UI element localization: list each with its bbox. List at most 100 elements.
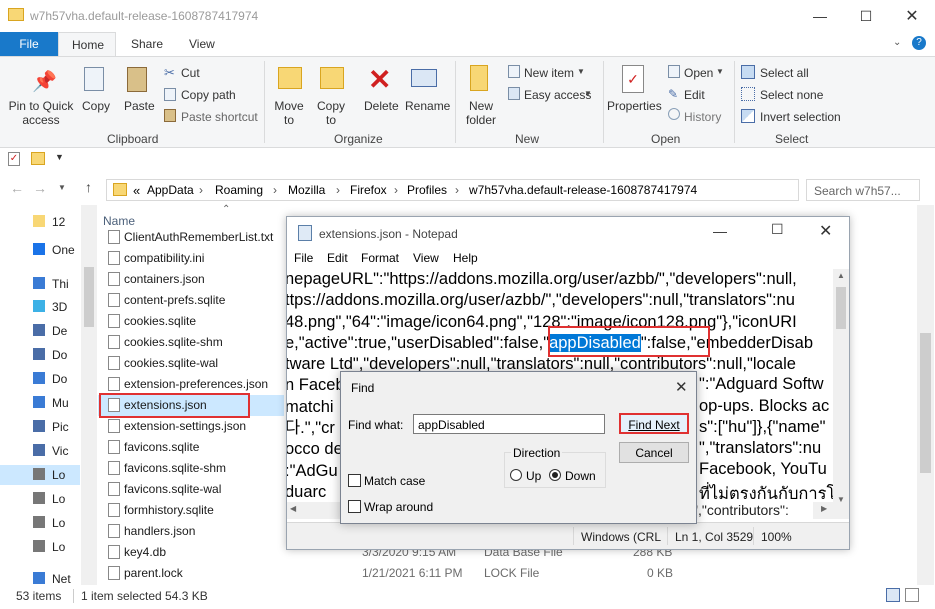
nav-item[interactable]: Do (0, 345, 80, 365)
delete-button[interactable]: Delete (364, 99, 399, 113)
breadcrumb-mozilla[interactable]: Mozilla (288, 183, 325, 197)
back-arrow-icon[interactable]: ← (10, 180, 24, 196)
nav-item[interactable]: De (0, 321, 80, 341)
nav-item[interactable]: Mu (0, 393, 80, 413)
move-to-button[interactable]: Move to (274, 99, 304, 127)
file-row[interactable]: content-prefs.sqlite (98, 290, 284, 311)
find-next-button[interactable]: Find Next (619, 413, 689, 434)
nav-item[interactable]: Lo (0, 513, 80, 533)
breadcrumb-appdata[interactable]: AppData (147, 183, 194, 197)
select-all-button[interactable]: Select all (760, 66, 809, 80)
large-icons-view-icon[interactable] (905, 588, 919, 602)
help-icon[interactable]: ? (912, 36, 926, 50)
file-list-scroll-thumb[interactable] (920, 333, 931, 473)
chevron-down-icon[interactable]: ⌄ (893, 37, 901, 48)
recent-chevron-icon[interactable]: ▼ (58, 183, 66, 192)
menu-help[interactable]: Help (453, 251, 478, 265)
scroll-left-icon[interactable]: ◀ (290, 504, 296, 513)
nav-scroll-thumb[interactable] (84, 267, 94, 327)
menu-format[interactable]: Format (361, 251, 399, 265)
file-row[interactable]: favicons.sqlite-shm (98, 458, 284, 479)
new-folder-button[interactable]: New folder (462, 99, 500, 127)
new-folder-icon[interactable] (31, 152, 45, 165)
down-radio[interactable] (549, 469, 561, 481)
wrap-around-checkbox[interactable] (348, 500, 361, 513)
file-row[interactable]: extension-preferences.json (98, 374, 284, 395)
paste-button[interactable]: Paste (124, 99, 155, 113)
rename-button[interactable]: Rename (405, 99, 450, 113)
search-input[interactable]: Search w7h57... (806, 179, 920, 201)
invert-selection-button[interactable]: Invert selection (760, 110, 841, 124)
breadcrumb-profile-folder[interactable]: w7h57vha.default-release-1608787417974 (469, 183, 697, 197)
nav-item[interactable]: Vic (0, 441, 80, 461)
tab-home[interactable]: Home (58, 32, 116, 56)
copy-to-button[interactable]: Copy to (316, 99, 346, 127)
nav-item[interactable]: 3D (0, 297, 80, 317)
tab-view[interactable]: View (176, 32, 228, 56)
details-view-icon[interactable] (886, 588, 900, 602)
scroll-down-icon[interactable]: ▼ (837, 495, 845, 504)
copy-button[interactable]: Copy (82, 99, 110, 113)
easy-access-button[interactable]: Easy access (524, 88, 591, 102)
column-header-name[interactable]: Name (103, 214, 135, 228)
properties-icon[interactable]: ✓ (8, 152, 20, 166)
new-item-button[interactable]: New item (524, 66, 574, 80)
properties-button[interactable]: Properties (607, 99, 662, 113)
file-row[interactable]: cookies.sqlite-wal (98, 353, 284, 374)
nav-item[interactable]: Thi (0, 274, 80, 294)
tab-file[interactable]: File (0, 32, 58, 56)
tab-share[interactable]: Share (118, 32, 176, 56)
address-bar[interactable]: « AppData › Roaming › Mozilla › Firefox … (106, 179, 799, 201)
maximize-button[interactable]: ☐ (843, 0, 889, 32)
file-row[interactable]: extension-settings.json (98, 416, 284, 437)
file-row[interactable]: compatibility.ini (98, 248, 284, 269)
cut-button[interactable]: Cut (181, 66, 200, 80)
pin-to-quick-access-button[interactable]: Pin to Quick access (8, 99, 74, 127)
up-arrow-icon[interactable]: ↑ (85, 179, 92, 195)
paste-shortcut-button[interactable]: Paste shortcut (181, 110, 258, 124)
file-row[interactable]: favicons.sqlite-wal (98, 479, 284, 500)
menu-file[interactable]: File (294, 251, 313, 265)
nav-scrollbar[interactable] (81, 205, 97, 585)
nav-item[interactable]: Lo (0, 537, 80, 557)
copy-path-button[interactable]: Copy path (181, 88, 236, 102)
file-row[interactable]: key4.db (98, 542, 284, 563)
file-row[interactable]: containers.json (98, 269, 284, 290)
close-button[interactable]: ✕ (675, 378, 688, 396)
close-button[interactable]: ✕ (889, 0, 935, 32)
notepad-vertical-scrollbar[interactable]: ▲ ▼ (833, 269, 849, 519)
minimize-button[interactable]: — (797, 0, 843, 32)
forward-arrow-icon[interactable]: → (33, 180, 47, 196)
history-button[interactable]: History (684, 110, 721, 124)
nav-item[interactable]: Pic (0, 417, 80, 437)
breadcrumb-roaming[interactable]: Roaming (215, 183, 263, 197)
scroll-up-icon[interactable]: ▲ (837, 271, 845, 280)
file-row[interactable]: cookies.sqlite-shm (98, 332, 284, 353)
breadcrumb-profiles[interactable]: Profiles (407, 183, 447, 197)
open-button[interactable]: Open (684, 66, 713, 80)
cancel-button[interactable]: Cancel (619, 442, 689, 463)
file-row[interactable]: ClientAuthRememberList.txt (98, 227, 284, 248)
file-row[interactable]: favicons.sqlite (98, 437, 284, 458)
nav-item[interactable]: Lo (0, 489, 80, 509)
nav-item[interactable]: Lo (0, 465, 80, 485)
file-row[interactable]: cookies.sqlite (98, 311, 284, 332)
select-none-button[interactable]: Select none (760, 88, 823, 102)
nav-item[interactable]: 12 (0, 212, 80, 232)
file-row[interactable]: formhistory.sqlite (98, 500, 284, 521)
minimize-button[interactable]: — (713, 223, 727, 239)
scroll-right-icon[interactable]: ▶ (821, 504, 827, 513)
maximize-button[interactable]: ☐ (771, 221, 784, 238)
edit-button[interactable]: Edit (684, 88, 705, 102)
breadcrumb-firefox[interactable]: Firefox (350, 183, 387, 197)
file-row[interactable]: handlers.json (98, 521, 284, 542)
menu-view[interactable]: View (413, 251, 439, 265)
find-what-input[interactable]: appDisabled (413, 414, 605, 434)
file-row[interactable]: parent.lock (98, 563, 284, 584)
customize-qat-icon[interactable]: ▼ (55, 152, 64, 162)
breadcrumb-overflow[interactable]: « (133, 183, 140, 198)
up-radio[interactable] (510, 469, 522, 481)
close-button[interactable]: ✕ (819, 221, 832, 241)
scroll-thumb[interactable] (836, 287, 846, 329)
match-case-checkbox[interactable] (348, 474, 361, 487)
